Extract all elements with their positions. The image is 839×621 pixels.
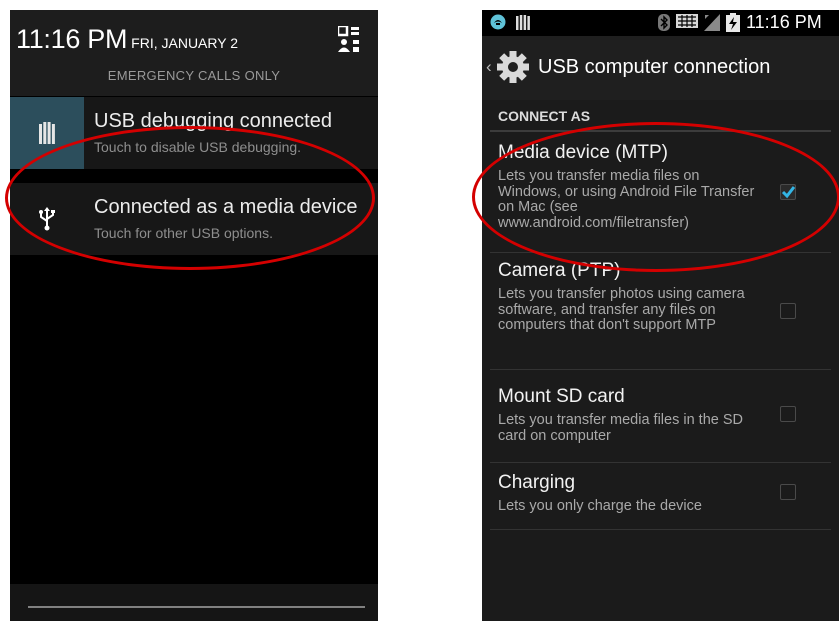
notification-title: Connected as a media device [94,196,358,218]
notification-usb-debugging[interactable]: USB debugging connected Touch to disable… [10,97,378,169]
sd-card-checkbox[interactable] [780,406,796,422]
page-title: USB computer connection [538,56,771,78]
bluetooth-icon [658,14,670,31]
action-bar: ‹ USB computer connection [482,36,839,100]
back-caret-icon[interactable]: ‹ [486,57,492,77]
option-title: Charging [498,472,576,493]
date: FRI, JANUARY 2 [131,35,239,51]
clock: 11:16 PM FRI, JANUARY 2 [16,24,239,54]
section-divider [490,130,831,132]
option-description: Lets you only charge the device [498,498,702,514]
ptp-checkbox[interactable] [780,303,796,319]
option-divider [490,462,831,463]
settings-gear-icon[interactable] [496,50,530,84]
section-header: CONNECT AS [498,108,591,124]
notification-subtitle: Touch for other USB options. [94,225,273,241]
option-divider [490,369,831,370]
option-media-device-mtp[interactable]: Media device (MTP) Lets you transfer med… [482,142,839,253]
usb-connection-screen: 11:16 PM ‹ USB computer connection CONNE… [482,10,839,621]
option-description: Lets you transfer media files on Windows… [498,168,755,231]
notification-shade-screen: 11:16 PM FRI, JANUARY 2 EMERGENCY CALLS O… [10,10,378,621]
signal-grid-icon [676,14,698,28]
option-mount-sd-card[interactable]: Mount SD card Lets you transfer media fi… [482,386,839,463]
usb-debug-icon [10,97,84,169]
cellular-signal-icon [704,14,720,31]
notification-title: USB debugging connected [94,110,332,132]
battery-charging-icon [726,13,740,32]
notification-media-device[interactable]: Connected as a media device Touch for ot… [10,183,378,255]
app-notification-icon [490,14,506,30]
status-bar: 11:16 PM [482,10,839,36]
mtp-checkbox[interactable] [780,184,796,200]
option-divider [490,529,831,530]
option-title: Mount SD card [498,386,625,407]
option-description: Lets you transfer media files in the SD … [498,412,744,444]
status-time: 11:16 PM [746,12,822,32]
checkmark-icon [781,186,796,199]
usb-icon [10,183,84,255]
emergency-calls-label: EMERGENCY CALLS ONLY [107,68,281,83]
option-description: Lets you transfer photos using camera so… [498,286,745,333]
shade-header: 11:16 PM FRI, JANUARY 2 EMERGENCY CALLS O… [10,10,378,96]
usb-debug-status-icon [516,15,530,30]
option-title: Camera (PTP) [498,260,621,281]
charging-checkbox[interactable] [780,484,796,500]
shade-drag-handle[interactable] [28,606,365,608]
notification-subtitle: Touch to disable USB debugging. [94,139,302,155]
quick-settings-icon[interactable] [338,26,360,52]
shade-footer [10,584,378,621]
option-title: Media device (MTP) [498,142,668,163]
option-camera-ptp[interactable]: Camera (PTP) Lets you transfer photos us… [482,260,839,370]
option-charging[interactable]: Charging Lets you only charge the device [482,472,839,530]
option-divider [490,252,831,253]
